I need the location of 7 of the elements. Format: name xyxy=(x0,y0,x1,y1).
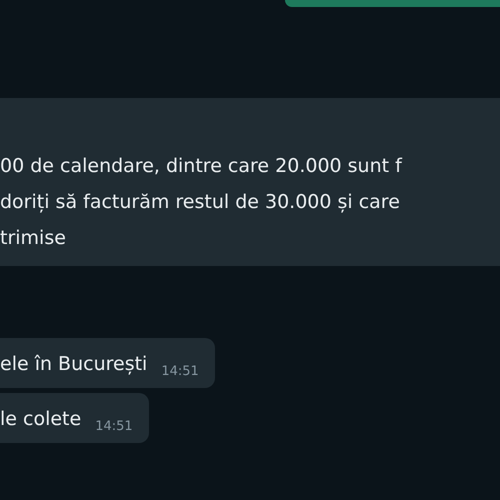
message-time: 14:51 xyxy=(95,419,133,435)
message-text: 00 de calendare, dintre care 20.000 sunt f xyxy=(0,154,402,179)
message-text: le colete xyxy=(0,407,82,432)
message-text: ele în București xyxy=(0,352,148,377)
message-text: doriți să facturăm restul de 30.000 și care xyxy=(0,190,401,215)
message-time: 14:51 xyxy=(161,364,199,380)
message-text: trimise xyxy=(0,226,67,251)
